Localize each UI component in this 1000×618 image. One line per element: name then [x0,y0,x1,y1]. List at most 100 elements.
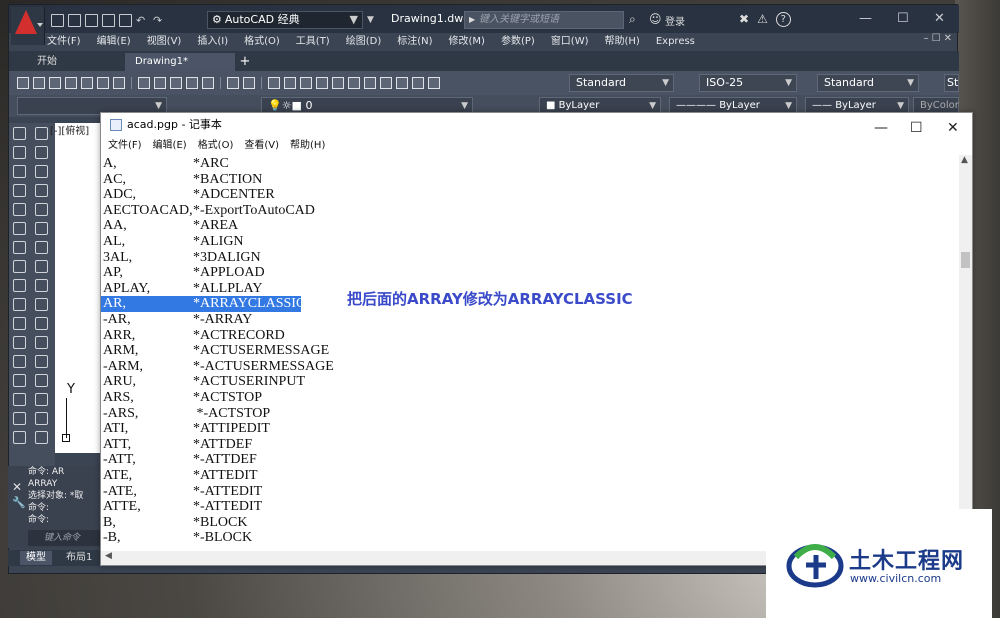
mirror-icon[interactable] [35,165,48,178]
undo-icon[interactable] [227,77,239,89]
text-line[interactable]: -ATE, *-ATTEDIT [103,484,262,500]
new-icon[interactable] [17,77,29,89]
copy-object-icon[interactable] [35,146,48,159]
text-line[interactable]: ARU, *ACTUSERINPUT [103,374,305,390]
text-style-dropdown[interactable]: Standard ▼ [569,74,674,92]
table-style-dropdown[interactable]: Standard ▼ [817,74,919,92]
multileader-style-dropdown[interactable]: St [944,74,959,92]
menu-file[interactable]: 文件(F) [47,33,81,51]
cut-icon[interactable] [138,77,150,89]
new-file-icon[interactable] [51,13,64,27]
design-center-icon[interactable] [348,77,360,89]
user-icon[interactable]: ☺ [649,12,662,26]
extend-icon[interactable] [35,317,48,330]
scrollbar-thumb[interactable] [961,252,970,268]
menu-modify[interactable]: 修改(M) [449,33,485,51]
text-line[interactable]: B, *BLOCK [103,515,247,531]
text-line[interactable]: A, *ARC [103,156,229,172]
menu-window[interactable]: 窗口(W) [551,33,589,51]
text-line[interactable]: 3AL, *3DALIGN [103,250,261,266]
fillet-icon[interactable] [35,393,48,406]
viewport-label[interactable]: [-][俯视] [50,122,89,137]
autodesk-a360-icon[interactable]: ⚠ [757,12,768,27]
menu-express[interactable]: Express [656,33,695,51]
polyline-icon[interactable] [13,165,26,178]
notepad-menu-edit[interactable]: 编辑(E) [153,137,187,155]
make-block-icon[interactable] [13,336,26,349]
ellipse-icon[interactable] [13,298,26,311]
block-editor-icon[interactable] [202,77,214,89]
markup-icon[interactable] [396,77,408,89]
help-icon[interactable]: ? [775,12,791,27]
notepad-text-area[interactable]: A, *ARC AC, *BACTION ADC, *ADCENTER AECTOACAD,… [101,155,959,551]
tab-start[interactable]: 开始 [27,53,67,71]
revcloud-icon[interactable] [13,260,26,273]
text-line[interactable]: AC, *BACTION [103,172,262,188]
menu-draw[interactable]: 绘图(D) [346,33,382,51]
tab-layout1[interactable]: 布局1 [60,551,98,565]
save-as-icon[interactable] [102,13,115,27]
text-line[interactable]: ATE, *ATTEDIT [103,468,258,484]
move-icon[interactable] [35,222,48,235]
quickcalc-icon[interactable] [412,77,424,89]
insert-block-icon[interactable] [13,317,26,330]
text-line[interactable]: APLAY, *ALLPLAY [103,281,263,297]
vertical-scrollbar[interactable]: ▲ [959,155,972,551]
arc-icon[interactable] [13,222,26,235]
stretch-icon[interactable] [35,279,48,292]
erase-icon[interactable] [35,127,48,140]
help-icon[interactable] [428,77,440,89]
notepad-menu-help[interactable]: 帮助(H) [290,137,325,155]
trim-icon[interactable] [35,298,48,311]
mtext-icon[interactable] [13,431,26,444]
plot-icon[interactable] [65,77,77,89]
wrench-icon[interactable]: 🔧 [12,496,26,509]
text-line[interactable]: -B, *-BLOCK [103,530,252,546]
notepad-menu-format[interactable]: 格式(O) [198,137,234,155]
save-icon[interactable] [85,13,98,27]
redo-icon[interactable]: ↷ [153,14,166,27]
mdi-window-controls[interactable]: –☐✕ [924,33,955,44]
zoom-realtime-icon[interactable] [284,77,296,89]
3d-dwf-icon[interactable] [113,77,125,89]
menu-parametric[interactable]: 参数(P) [501,33,535,51]
save-icon[interactable] [49,77,61,89]
text-line[interactable]: ATTE, *-ATTEDIT [103,499,262,515]
chamfer-icon[interactable] [35,374,48,387]
text-line[interactable]: ARM, *ACTUSERMESSAGE [103,343,329,359]
workspace-dropdown[interactable]: ⚙ AutoCAD 经典 ▼ [207,11,363,29]
menu-format[interactable]: 格式(O) [244,33,280,51]
paste-icon[interactable] [170,77,182,89]
table-icon[interactable] [13,412,26,425]
copy-icon[interactable] [154,77,166,89]
text-line[interactable]: ARS, *ACTSTOP [103,390,262,406]
maximize-icon[interactable]: ☐ [897,11,909,26]
text-line[interactable]: -ARS, *-ACTSTOP [103,406,270,422]
scroll-left-icon[interactable]: ◀ [105,551,112,561]
tab-drawing1[interactable]: Drawing1* [125,53,235,71]
polygon-icon[interactable] [13,184,26,197]
scale-icon[interactable] [35,260,48,273]
undo-icon[interactable]: ↶ [136,14,149,27]
offset-icon[interactable] [35,184,48,197]
break-icon[interactable] [35,336,48,349]
rectangle-icon[interactable] [13,203,26,216]
text-line[interactable]: -ARM, *-ACTUSERMESSAGE [103,359,334,375]
text-line[interactable]: AECTOACAD, *-ExportToAutoCAD [103,203,315,219]
text-line[interactable]: ARR, *ACTRECORD [103,328,285,344]
binoculars-icon[interactable]: ⌕ [629,12,636,27]
text-line[interactable]: ATT, *ATTDEF [103,437,252,453]
menu-help[interactable]: 帮助(H) [605,33,640,51]
menu-tools[interactable]: 工具(T) [296,33,330,51]
menu-view[interactable]: 视图(V) [147,33,182,51]
redo-icon[interactable] [243,77,255,89]
sheet-set-icon[interactable] [380,77,392,89]
text-line[interactable]: AA, *AREA [103,218,238,234]
hatch-icon[interactable] [13,374,26,387]
application-menu-button[interactable] [11,7,45,45]
notepad-menu-view[interactable]: 查看(V) [244,137,279,155]
text-line[interactable]: AL, *ALIGN [103,234,244,250]
exchange-icon[interactable]: ✖ [739,12,749,27]
join-icon[interactable] [35,355,48,368]
menu-dimension[interactable]: 标注(N) [397,33,432,51]
